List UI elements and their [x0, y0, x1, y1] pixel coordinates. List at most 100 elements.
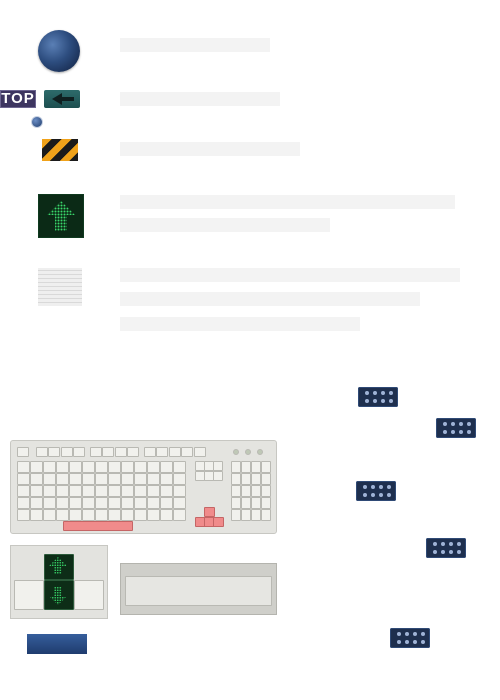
keyboard-key: [134, 461, 147, 473]
back-arrow-icon[interactable]: [44, 90, 80, 108]
keyboard-image: [10, 440, 277, 534]
keyboard-indicator-light: [245, 449, 251, 455]
keyboard-key: [121, 461, 134, 473]
keyboard-key: [17, 497, 30, 509]
keyboard-key: [134, 509, 147, 521]
keyboard-key: [82, 473, 95, 485]
dots-button-icon[interactable]: [356, 481, 396, 501]
faint-text-line: [120, 92, 280, 106]
keyboard-key: [204, 507, 215, 517]
keyboard-key: [73, 447, 85, 457]
keyboard-key: [231, 497, 241, 509]
keyboard-key: [173, 497, 186, 509]
bullet-dot-icon: [31, 116, 43, 128]
keyboard-key: [160, 497, 173, 509]
keyboard-key: [134, 497, 147, 509]
keyboard-key: [241, 473, 251, 485]
keyboard-key: [147, 509, 160, 521]
green-up-arrow-icon[interactable]: [38, 194, 84, 238]
keyboard-key: [147, 485, 160, 497]
keyboard-key: [168, 447, 181, 457]
keyboard-key: [30, 497, 43, 509]
keyboard-key: [261, 497, 271, 509]
keyboard-key: [69, 485, 82, 497]
keyboard-key: [143, 447, 156, 457]
keyboard-key: [251, 509, 261, 521]
keyboard-key: [241, 461, 251, 473]
keyboard-key: [121, 497, 134, 509]
keyboard-key: [231, 473, 241, 485]
keyboard-key: [63, 521, 133, 531]
keyboard-key: [82, 509, 95, 521]
faint-text-line: [120, 292, 420, 306]
keyboard-key: [231, 461, 241, 473]
keyboard-key: [173, 473, 186, 485]
keyboard-key: [82, 461, 95, 473]
keyboard-key: [147, 497, 160, 509]
keyboard-key: [43, 497, 56, 509]
dots-button-icon[interactable]: [358, 387, 398, 407]
keyboard-key: [251, 485, 261, 497]
blue-bar-button[interactable]: [27, 634, 87, 654]
keyboard-key: [108, 497, 121, 509]
keyboard-key: [213, 461, 223, 471]
keyboard-key: [261, 485, 271, 497]
keyboard-key: [251, 461, 261, 473]
keyboard-key: [114, 447, 127, 457]
keyboard-key: [261, 461, 271, 473]
keyboard-key: [95, 461, 108, 473]
keyboard-indicator-light: [257, 449, 263, 455]
keyboard-key: [56, 497, 69, 509]
keyboard-key: [69, 509, 82, 521]
keyboard-key: [251, 497, 261, 509]
keyboard-key: [147, 461, 160, 473]
keyboard-key: [108, 473, 121, 485]
keyboard-key: [231, 509, 241, 521]
keyboard-key: [108, 485, 121, 497]
keyboard-key: [241, 485, 251, 497]
keyboard-key: [30, 485, 43, 497]
keyboard-key: [69, 461, 82, 473]
keyboard-key: [30, 509, 43, 521]
faint-text-line: [120, 268, 460, 282]
keyboard-key: [181, 447, 193, 457]
keyboard-key: [193, 447, 206, 457]
keyboard-key: [82, 485, 95, 497]
keyboard-key: [56, 485, 69, 497]
keyboard-key: [108, 509, 121, 521]
keyboard-key: [60, 447, 73, 457]
keyboard-key: [160, 509, 173, 521]
keyboard-key: [95, 497, 108, 509]
keyboard-key: [82, 497, 95, 509]
dots-button-icon[interactable]: [436, 418, 476, 438]
keyboard-key: [43, 461, 56, 473]
keyboard-key: [56, 509, 69, 521]
keyboard-key: [127, 447, 139, 457]
keyboard-key: [261, 509, 271, 521]
keyboard-key: [43, 473, 56, 485]
faint-text-line: [120, 317, 360, 331]
keyboard-key: [95, 473, 108, 485]
keyboard-key: [213, 517, 224, 527]
keyboard-key: [108, 461, 121, 473]
keyboard-key: [56, 473, 69, 485]
spacebar-image: [120, 563, 277, 615]
keyboard-key: [17, 473, 30, 485]
keyboard-key: [213, 471, 223, 481]
keyboard-key: [121, 485, 134, 497]
keyboard-key: [43, 509, 56, 521]
dots-button-icon[interactable]: [390, 628, 430, 648]
keyboard-key: [251, 473, 261, 485]
faint-text-line: [120, 38, 270, 52]
keyboard-key: [69, 473, 82, 485]
keyboard-key: [121, 473, 134, 485]
top-badge[interactable]: TOP: [0, 90, 36, 108]
dots-button-icon[interactable]: [426, 538, 466, 558]
blue-orb-icon[interactable]: [38, 30, 80, 72]
keyboard-key: [261, 473, 271, 485]
faint-text-line: [120, 142, 300, 156]
keyboard-key: [241, 509, 251, 521]
arrow-keys-image: [10, 545, 108, 619]
keyboard-key: [121, 509, 134, 521]
keyboard-key: [160, 473, 173, 485]
